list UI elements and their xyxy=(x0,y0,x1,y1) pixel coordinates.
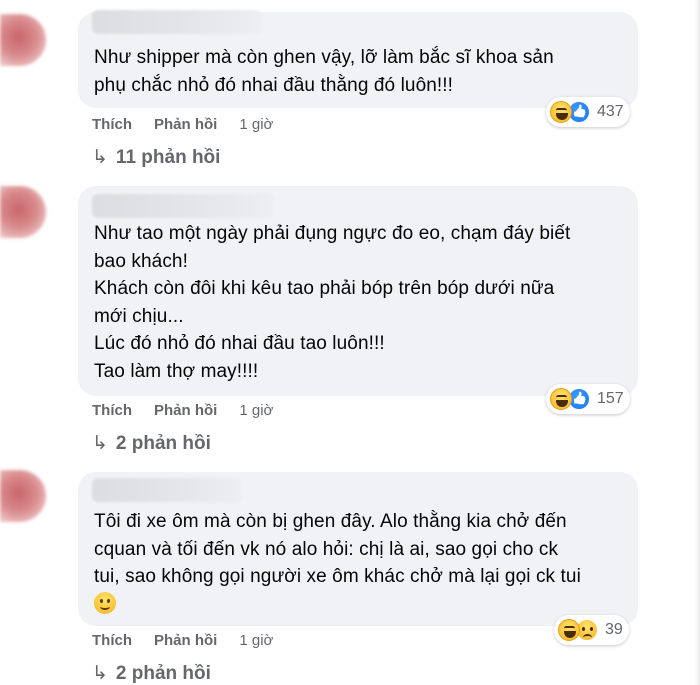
comment-bubble: Tôi đi xe ôm mà còn bị ghen đây. Alo thằ… xyxy=(78,472,638,626)
reaction-count: 437 xyxy=(597,103,624,120)
timestamp[interactable]: 1 giờ xyxy=(239,402,273,419)
smiley-emoji-icon xyxy=(94,591,116,614)
reaction-summary[interactable]: 157 xyxy=(546,384,630,414)
replies-count-label: 2 phản hồi xyxy=(115,662,211,684)
page-edge-shadow xyxy=(694,0,700,685)
view-replies-button[interactable]: ↳ 2 phản hồi xyxy=(92,662,211,685)
avatar[interactable] xyxy=(0,186,46,238)
avatar[interactable] xyxy=(0,14,46,66)
reaction-count: 39 xyxy=(605,621,623,638)
comment-text: Như shipper mà còn ghen vậy, lỡ làm bắc … xyxy=(94,47,554,96)
like-button[interactable]: Thích xyxy=(92,632,132,649)
reply-arrow-icon: ↳ xyxy=(92,433,108,454)
comment-actions: Thích Phản hồi 1 giờ xyxy=(92,402,273,419)
haha-icon xyxy=(550,101,572,123)
author-name-blurred[interactable] xyxy=(92,194,274,218)
reply-arrow-icon: ↳ xyxy=(92,147,108,168)
reply-button[interactable]: Phản hồi xyxy=(154,402,217,419)
like-button[interactable]: Thích xyxy=(92,402,132,419)
haha-icon xyxy=(550,388,572,410)
reaction-count: 157 xyxy=(597,390,624,407)
comment-actions: Thích Phản hồi 1 giờ xyxy=(92,632,273,649)
comment-text: Như tao một ngày phải đụng ngực đo eo, c… xyxy=(94,223,571,382)
comment-bubble: Như tao một ngày phải đụng ngực đo eo, c… xyxy=(78,186,638,396)
avatar[interactable] xyxy=(0,470,46,522)
view-replies-button[interactable]: ↳ 2 phản hồi xyxy=(92,432,211,455)
view-replies-button[interactable]: ↳ 11 phản hồi xyxy=(92,146,220,169)
timestamp[interactable]: 1 giờ xyxy=(239,116,273,133)
reply-button[interactable]: Phản hồi xyxy=(154,116,217,133)
reply-arrow-icon: ↳ xyxy=(92,663,108,684)
comment-actions: Thích Phản hồi 1 giờ xyxy=(92,116,273,133)
comment-text: Tôi đi xe ôm mà còn bị ghen đây. Alo thằ… xyxy=(94,508,620,618)
timestamp[interactable]: 1 giờ xyxy=(239,632,273,649)
haha-icon xyxy=(558,619,580,641)
author-name-blurred[interactable] xyxy=(92,478,242,502)
replies-count-label: 2 phản hồi xyxy=(115,432,211,454)
reaction-summary[interactable]: 437 xyxy=(546,97,630,127)
comment-bubble: Như shipper mà còn ghen vậy, lỡ làm bắc … xyxy=(78,10,638,108)
author-name-blurred[interactable] xyxy=(92,10,262,34)
reaction-summary[interactable]: 39 xyxy=(554,615,629,645)
reply-button[interactable]: Phản hồi xyxy=(154,632,217,649)
like-button[interactable]: Thích xyxy=(92,116,132,133)
replies-count-label: 11 phản hồi xyxy=(115,146,221,168)
